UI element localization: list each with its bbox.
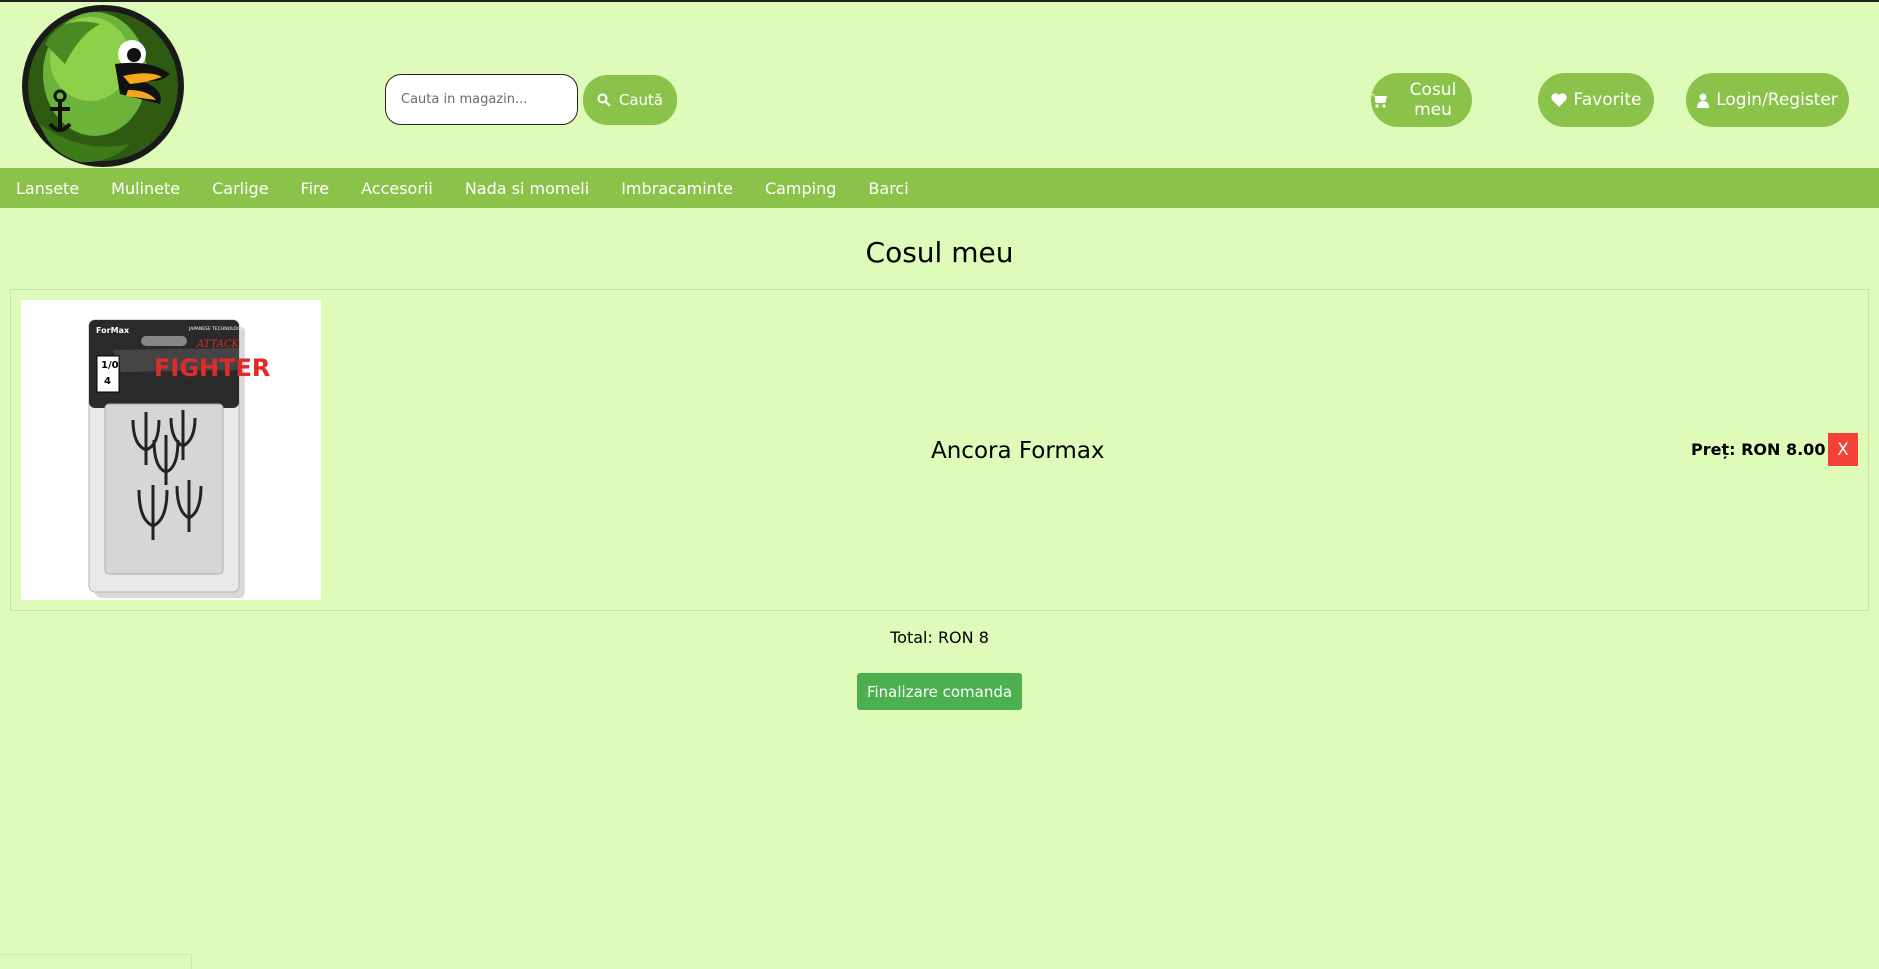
package-series-text: FIGHTER [154, 354, 270, 382]
nav-item-carlige[interactable]: Carlige [212, 179, 268, 198]
shopping-cart-icon [1371, 93, 1387, 108]
nav-item-barci[interactable]: Barci [868, 179, 908, 198]
search-button[interactable]: Caută [583, 74, 677, 125]
header: Caută Cosul meu Favorite Login/Register [0, 2, 1879, 168]
search-icon [597, 93, 611, 107]
fish-logo-icon[interactable] [20, 4, 186, 168]
product-price: Preț: RON 8.00 [1691, 440, 1826, 459]
nav-item-nada-si-momeli[interactable]: Nada si momeli [465, 179, 589, 198]
search-bar: Caută [385, 74, 677, 125]
package-tagline-text: JAPANESE TECHNOLOGY [188, 326, 243, 332]
status-bar [0, 954, 192, 969]
nav-item-imbracaminte[interactable]: Imbracaminte [621, 179, 733, 198]
product-name[interactable]: Ancora Formax [931, 438, 1105, 464]
cart-item-row: ForMax JAPANESE TECHNOLOGY FIGHTER ATTAC… [10, 289, 1869, 611]
nav-item-mulinete[interactable]: Mulinete [111, 179, 180, 198]
nav-item-accesorii[interactable]: Accesorii [361, 179, 433, 198]
user-icon [1697, 93, 1710, 108]
nav-item-camping[interactable]: Camping [765, 179, 836, 198]
category-nav: Lansete Mulinete Carlige Fire Accesorii … [0, 168, 1879, 208]
login-register-label: Login/Register [1716, 90, 1838, 110]
search-button-label: Caută [618, 90, 664, 109]
favorites-button-label: Favorite [1573, 90, 1642, 110]
search-input[interactable] [385, 74, 578, 125]
package-brand-text: ForMax [96, 326, 130, 335]
cart-button[interactable]: Cosul meu [1371, 73, 1472, 127]
login-register-button[interactable]: Login/Register [1686, 73, 1849, 127]
cart-total: Total: RON 8 [890, 628, 989, 647]
nav-item-lansete[interactable]: Lansete [16, 179, 79, 198]
favorites-button[interactable]: Favorite [1538, 73, 1654, 127]
nav-item-fire[interactable]: Fire [301, 179, 330, 198]
checkout-button[interactable]: Finalizare comanda [857, 673, 1022, 710]
heart-icon [1550, 93, 1567, 107]
package-subtext: ATTACK [196, 339, 240, 350]
product-image[interactable]: ForMax JAPANESE TECHNOLOGY FIGHTER ATTAC… [21, 300, 321, 600]
remove-item-button[interactable]: X [1828, 433, 1858, 466]
cart-button-label: Cosul meu [1409, 80, 1457, 120]
package-size-bottom: 4 [104, 376, 111, 387]
package-size-top: 1/0 [101, 360, 119, 371]
page-title: Cosul meu [865, 236, 1014, 269]
